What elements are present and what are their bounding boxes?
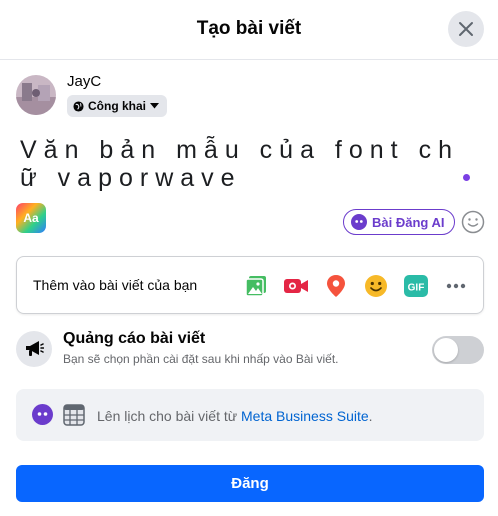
more-options-button[interactable] <box>443 273 469 299</box>
dialog-header: Tạo bài viết <box>0 0 498 60</box>
calendar-icon <box>63 404 85 426</box>
live-video-button[interactable] <box>283 273 309 299</box>
megaphone-icon <box>26 341 44 356</box>
location-pin-icon <box>327 275 345 297</box>
megaphone-icon-wrap <box>16 331 52 367</box>
add-to-post-label: Thêm vào bài viết của bạn <box>33 277 198 293</box>
schedule-banner: Lên lịch cho bài viết từ Meta Business S… <box>16 389 484 441</box>
text-style-button[interactable]: Aa <box>16 203 46 233</box>
status-dot <box>463 174 470 181</box>
meta-ai-icon <box>32 404 53 425</box>
photo-video-button[interactable] <box>243 273 269 299</box>
text-style-label: Aa <box>23 211 39 225</box>
post-submit-button[interactable]: Đăng <box>16 465 484 502</box>
boost-post-toggle[interactable] <box>432 336 484 364</box>
meta-ai-icon <box>351 214 367 230</box>
schedule-text: Lên lịch cho bài viết từ Meta Business S… <box>97 408 373 424</box>
gif-label: GIF <box>408 283 425 294</box>
live-video-icon <box>284 279 308 293</box>
gif-icon: GIF <box>404 275 428 297</box>
ai-post-label: Bài Đăng AI <box>372 214 445 230</box>
post-text-input[interactable]: Văn bản mẫu của font chữ vaporwave <box>20 136 482 192</box>
close-icon <box>459 22 473 36</box>
toggle-knob <box>434 338 458 362</box>
dialog-title: Tạo bài viết <box>196 18 302 39</box>
smiley-icon <box>461 210 485 234</box>
close-button[interactable] <box>448 11 484 47</box>
privacy-label: Công khai <box>88 99 147 113</box>
globe-icon <box>73 100 84 112</box>
boost-post-subtitle: Bạn sẽ chọn phần cài đặt sau khi nhấp và… <box>63 352 339 366</box>
privacy-selector[interactable]: Công khai <box>67 95 168 117</box>
caret-down-icon <box>150 103 160 109</box>
user-name[interactable]: JayC <box>67 73 101 90</box>
photo-video-icon <box>245 276 266 297</box>
add-to-post-bar: Thêm vào bài viết của bạn GIF <box>16 256 484 314</box>
feeling-emoji-icon <box>365 275 387 297</box>
boost-post-title: Quảng cáo bài viết <box>63 330 206 347</box>
feeling-button[interactable] <box>363 273 389 299</box>
avatar <box>16 75 56 115</box>
post-submit-label: Đăng <box>231 475 269 492</box>
ai-post-button[interactable]: Bài Đăng AI <box>343 209 456 235</box>
more-icon <box>446 283 466 289</box>
location-button[interactable] <box>323 273 349 299</box>
emoji-button[interactable] <box>461 210 485 234</box>
meta-business-suite-link[interactable]: Meta Business Suite <box>241 408 369 424</box>
gif-button[interactable]: GIF <box>403 273 429 299</box>
